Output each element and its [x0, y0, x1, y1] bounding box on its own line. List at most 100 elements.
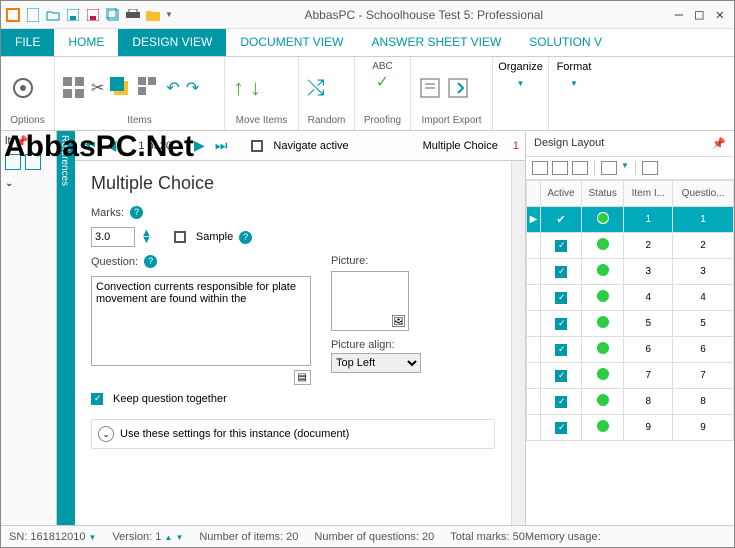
- tab-solution-view[interactable]: SOLUTION V: [515, 29, 616, 56]
- row-selector[interactable]: [527, 337, 541, 363]
- new-icon[interactable]: [25, 7, 41, 23]
- table-row[interactable]: 88: [527, 389, 734, 415]
- chevron-down-icon[interactable]: ▼: [570, 79, 578, 88]
- item-type-label: Multiple Choice: [423, 140, 498, 152]
- import-export-label: Import Export: [419, 115, 484, 126]
- question-cell: 9: [673, 415, 734, 441]
- col-item[interactable]: Item I...: [624, 181, 673, 207]
- minimize-button[interactable]: —: [675, 7, 683, 23]
- row-selector[interactable]: [527, 285, 541, 311]
- picture-box[interactable]: 🖼: [331, 271, 409, 331]
- active-cell[interactable]: ✔: [541, 207, 582, 233]
- tab-design-view[interactable]: DESIGN VIEW: [118, 29, 226, 56]
- undo-icon[interactable]: ↶: [166, 78, 179, 98]
- add-picture-icon[interactable]: 🖼: [391, 314, 406, 328]
- item-cell: 4: [624, 285, 673, 311]
- maximize-button[interactable]: □: [695, 7, 703, 23]
- row-selector[interactable]: [527, 259, 541, 285]
- help-icon[interactable]: ?: [239, 231, 252, 244]
- row-selector[interactable]: ▶: [527, 207, 541, 233]
- marks-input[interactable]: [91, 227, 135, 247]
- table-row[interactable]: ▶✔11: [527, 207, 734, 233]
- saveall-icon[interactable]: [105, 7, 121, 23]
- save-icon[interactable]: [65, 7, 81, 23]
- item-cell: 6: [624, 337, 673, 363]
- random-icon[interactable]: ⤭: [307, 75, 325, 101]
- table-row[interactable]: 55: [527, 311, 734, 337]
- keep-together-checkbox[interactable]: [91, 393, 103, 405]
- organize-label[interactable]: Organize: [498, 61, 543, 73]
- cut-icon[interactable]: ✂: [91, 78, 104, 98]
- help-icon[interactable]: ?: [130, 206, 143, 219]
- grid-settings-icon[interactable]: [642, 161, 658, 175]
- design-grid[interactable]: Active Status Item I... Questio... ▶✔112…: [526, 180, 734, 525]
- navigate-active-checkbox[interactable]: [251, 140, 263, 152]
- active-cell[interactable]: [541, 311, 582, 337]
- item-copy-icon[interactable]: [110, 77, 132, 99]
- row-selector[interactable]: [527, 233, 541, 259]
- move-up-icon[interactable]: ↑: [233, 75, 244, 101]
- active-cell[interactable]: [541, 415, 582, 441]
- pin-icon[interactable]: 📌: [712, 137, 726, 150]
- question-textarea[interactable]: Convection currents responsible for plat…: [91, 276, 311, 366]
- table-row[interactable]: 66: [527, 337, 734, 363]
- table-row[interactable]: 22: [527, 233, 734, 259]
- table-row[interactable]: 77: [527, 363, 734, 389]
- chevron-down-icon[interactable]: ⌄: [5, 178, 52, 189]
- proofing-icon[interactable]: ✓: [376, 72, 389, 92]
- expand-editor-icon[interactable]: ▤: [294, 370, 311, 385]
- col-status[interactable]: Status: [581, 181, 623, 207]
- row-selector[interactable]: [527, 311, 541, 337]
- close-button[interactable]: ✕: [716, 7, 724, 23]
- active-cell[interactable]: [541, 363, 582, 389]
- nav-next-icon[interactable]: ▶: [192, 135, 207, 156]
- row-selector[interactable]: [527, 415, 541, 441]
- references-tab[interactable]: References: [57, 131, 75, 525]
- spin-down-icon[interactable]: ▼: [141, 237, 152, 244]
- tab-home[interactable]: HOME: [54, 29, 118, 56]
- print-icon[interactable]: [125, 7, 141, 23]
- expand-icon[interactable]: ⌄: [98, 426, 114, 442]
- nav-last-icon[interactable]: ⏭: [213, 135, 230, 156]
- picture-align-label: Picture align:: [331, 339, 421, 351]
- picture-align-select[interactable]: Top Left: [331, 353, 421, 373]
- chevron-down-icon[interactable]: ▼: [517, 79, 525, 88]
- grid-view-icon[interactable]: [532, 161, 548, 175]
- tab-answer-sheet-view[interactable]: ANSWER SHEET VIEW: [357, 29, 515, 56]
- qat-dropdown-icon[interactable]: ▼: [165, 10, 173, 19]
- open-icon[interactable]: [45, 7, 61, 23]
- chevron-down-icon[interactable]: ▼: [621, 161, 629, 175]
- options-icon[interactable]: [9, 74, 37, 102]
- active-cell[interactable]: [541, 389, 582, 415]
- table-row[interactable]: 44: [527, 285, 734, 311]
- sample-checkbox[interactable]: [174, 231, 186, 243]
- tab-document-view[interactable]: DOCUMENT VIEW: [226, 29, 357, 56]
- instance-settings-row[interactable]: ⌄ Use these settings for this instance (…: [91, 419, 495, 449]
- active-cell[interactable]: [541, 233, 582, 259]
- center-scrollbar[interactable]: [511, 161, 525, 525]
- active-cell[interactable]: [541, 285, 582, 311]
- active-cell[interactable]: [541, 337, 582, 363]
- import-icon[interactable]: [419, 77, 441, 99]
- active-cell[interactable]: [541, 259, 582, 285]
- format-label[interactable]: Format: [557, 61, 592, 73]
- grid-view-icon[interactable]: [552, 161, 568, 175]
- tab-file[interactable]: FILE: [1, 29, 54, 56]
- saveas-icon[interactable]: [85, 7, 101, 23]
- folder-icon[interactable]: [145, 7, 161, 23]
- row-selector[interactable]: [527, 363, 541, 389]
- redo-icon[interactable]: ↷: [186, 78, 199, 98]
- item-stack-icon[interactable]: [138, 77, 160, 99]
- grid-view-icon[interactable]: [572, 161, 588, 175]
- table-row[interactable]: 99: [527, 415, 734, 441]
- export-icon[interactable]: [447, 77, 469, 99]
- col-question[interactable]: Questio...: [673, 181, 734, 207]
- move-down-icon[interactable]: ↓: [250, 75, 261, 101]
- instance-settings-label: Use these settings for this instance (do…: [120, 428, 349, 440]
- row-selector[interactable]: [527, 389, 541, 415]
- col-active[interactable]: Active: [541, 181, 582, 207]
- help-icon[interactable]: ?: [144, 255, 157, 268]
- item-grid-icon[interactable]: [63, 77, 85, 99]
- grid-view-icon[interactable]: [601, 161, 617, 175]
- table-row[interactable]: 33: [527, 259, 734, 285]
